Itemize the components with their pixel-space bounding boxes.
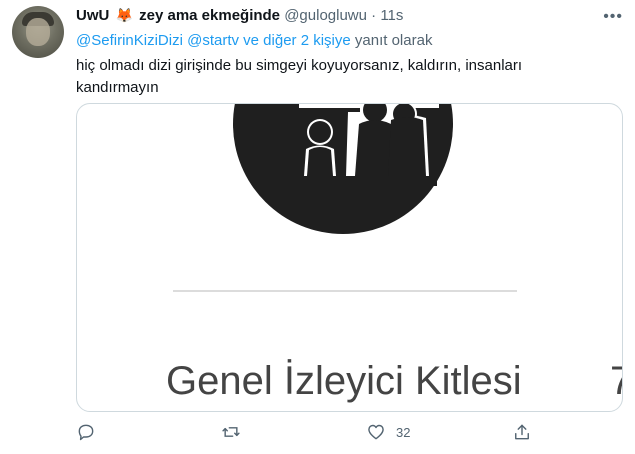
timestamp[interactable]: 11s (380, 7, 403, 24)
retweet-icon (222, 427, 240, 437)
others-link[interactable]: ve diğer 2 kişiye (243, 32, 351, 49)
more-options-icon[interactable]: ••• (603, 8, 623, 26)
media-card[interactable]: Genel İzleyici Kitlesi 7 (76, 103, 623, 412)
like-count: 32 (396, 424, 411, 440)
display-name-suffix[interactable]: zey ama ekmeğinde (139, 7, 280, 24)
tweet-text: hiç olmadı dizi girişinde bu simgeyi koy… (76, 57, 523, 96)
audience-icon (233, 104, 453, 234)
media-caption: Genel İzleyici Kitlesi (166, 359, 522, 403)
share-button[interactable] (512, 422, 532, 442)
fox-emoji-icon: 🦊 (115, 7, 133, 23)
display-name[interactable]: UwU (76, 7, 109, 24)
reply-button[interactable] (76, 422, 96, 442)
avatar[interactable] (12, 6, 64, 58)
mention-link[interactable]: @startv (187, 32, 239, 49)
share-icon (515, 424, 529, 440)
like-button[interactable]: 32 (366, 422, 410, 442)
avatar-face (26, 18, 50, 46)
media-partial-text: 7 (610, 359, 622, 404)
reply-context: @SefirinKiziDizi @startv ve diğer 2 kişi… (76, 32, 432, 49)
mention-link[interactable]: @SefirinKiziDizi (76, 32, 183, 49)
separator-dot: · (371, 7, 377, 24)
reply-suffix: yanıt olarak (354, 32, 433, 49)
user-handle[interactable]: @gulogluwu (284, 7, 367, 24)
heart-icon (368, 424, 384, 440)
tweet-actions: 32 (76, 422, 621, 446)
speech-bubble-icon (78, 424, 94, 441)
retweet-button[interactable] (221, 422, 241, 442)
tweet-header: UwU 🦊 zey ama ekmeğinde @gulogluwu · 11s (76, 7, 403, 24)
divider (173, 290, 517, 292)
